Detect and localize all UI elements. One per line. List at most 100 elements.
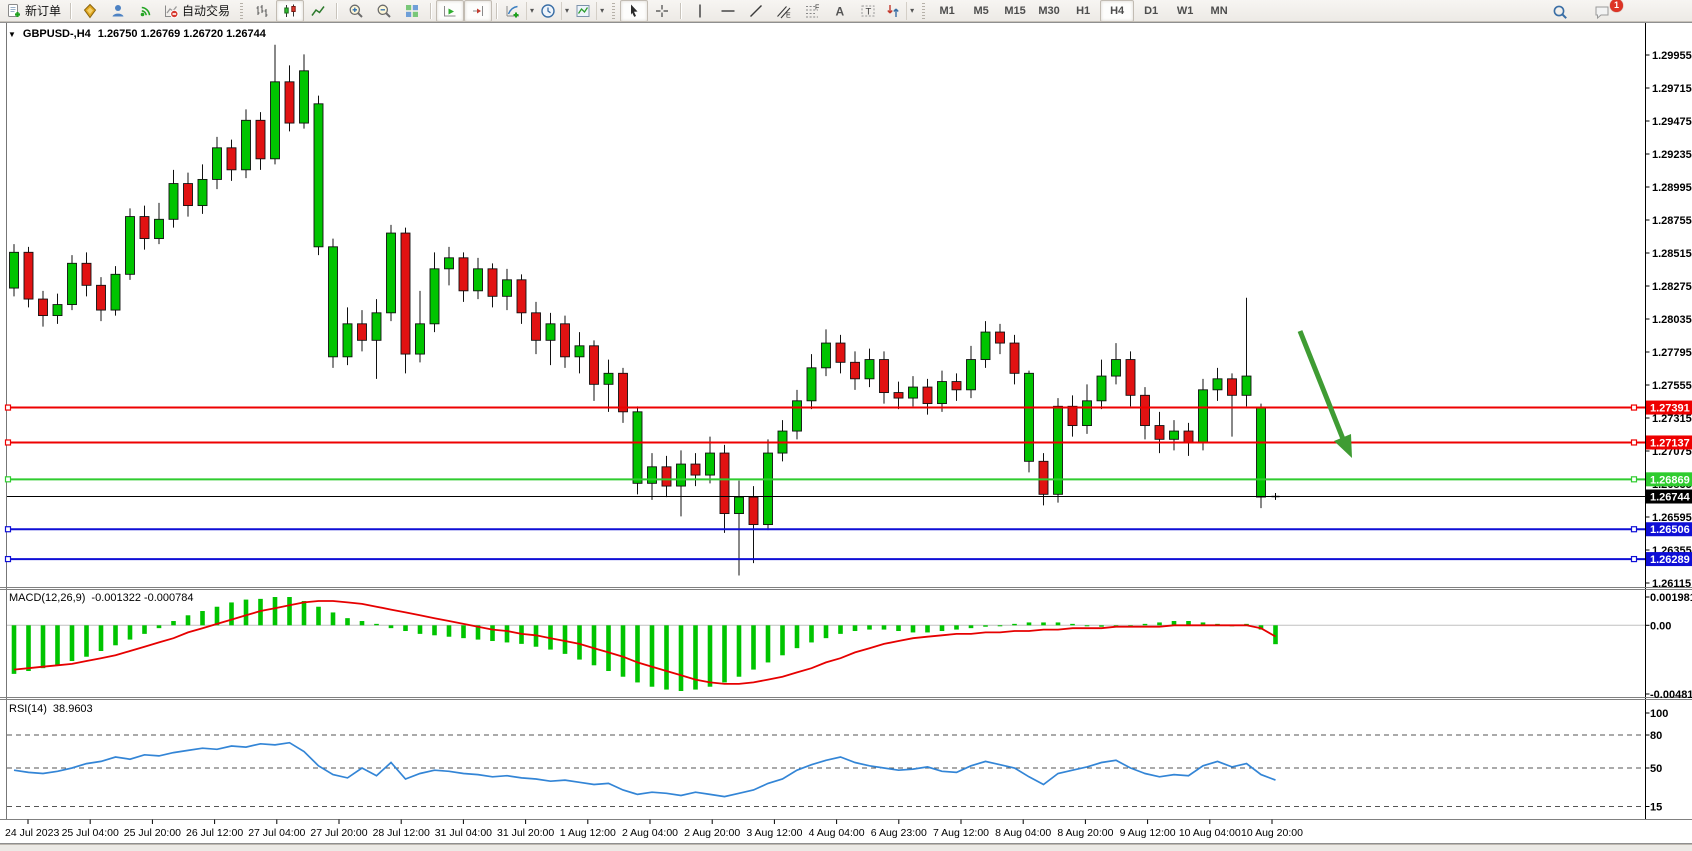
timeframe-H4[interactable]: H4: [1100, 0, 1134, 22]
price-tick-label: 1.29955: [1652, 50, 1692, 62]
auto-scroll-button[interactable]: [436, 0, 464, 22]
hline-handle[interactable]: [1632, 405, 1637, 410]
macd-bar: [809, 625, 814, 642]
timeframe-W1[interactable]: W1: [1168, 0, 1202, 22]
hline-handle[interactable]: [6, 405, 11, 410]
macd-bar: [490, 625, 495, 641]
tile-windows-button[interactable]: [398, 0, 426, 22]
candle-body: [213, 148, 222, 180]
timeframe-D1[interactable]: D1: [1134, 0, 1168, 22]
timeframe-M5[interactable]: M5: [964, 0, 998, 22]
macd-bar: [606, 625, 611, 671]
macd-bar: [186, 615, 191, 625]
candle-body: [1155, 426, 1164, 440]
macd-bar: [1099, 625, 1104, 626]
hline-handle[interactable]: [6, 440, 11, 445]
candle-body: [923, 387, 932, 404]
timeframe-M30[interactable]: M30: [1032, 0, 1066, 22]
candle-body: [329, 247, 338, 357]
candle-body: [967, 360, 976, 390]
draw-trendline-button[interactable]: [742, 0, 770, 22]
time-tick-label: 10 Aug 04:00: [1179, 827, 1241, 839]
zoom-in-button[interactable]: [342, 0, 370, 22]
chart-type-candles-button[interactable]: [276, 0, 304, 22]
zoom-out-button[interactable]: [370, 0, 398, 22]
draw-vline-button[interactable]: [686, 0, 714, 22]
price-tag-label: 1.26506: [1650, 524, 1690, 536]
macd-bar: [447, 625, 452, 636]
indicators-list-button[interactable]: ▾: [502, 0, 537, 22]
signals-icon: [138, 3, 154, 19]
draw-arrows-button[interactable]: ▾: [882, 0, 917, 22]
chart-shift-button[interactable]: [464, 0, 492, 22]
draw-channel-button[interactable]: E: [770, 0, 798, 22]
macd-bar: [432, 625, 437, 635]
chart-canvas[interactable]: 1.299551.297151.294751.292351.289951.287…: [0, 23, 1692, 843]
macd-bar: [84, 625, 89, 656]
candle-body: [140, 217, 149, 239]
draw-hline-button[interactable]: [714, 0, 742, 22]
candle-body: [474, 269, 483, 291]
hline-handle[interactable]: [1632, 557, 1637, 562]
macd-bar: [418, 625, 423, 634]
periods-button[interactable]: ▾: [537, 0, 572, 22]
chat-icon[interactable]: 1: [1588, 1, 1616, 23]
channel-icon: E: [776, 3, 792, 19]
macd-bar: [229, 602, 234, 625]
price-tick-label: 1.27555: [1652, 380, 1692, 392]
search-icon: [1552, 4, 1568, 20]
cursor-tool-button[interactable]: [620, 0, 648, 22]
styler-button[interactable]: [76, 0, 104, 22]
macd-bar: [374, 624, 379, 625]
hline-handle[interactable]: [6, 477, 11, 482]
hline-handle[interactable]: [1632, 477, 1637, 482]
hline-handle[interactable]: [6, 527, 11, 532]
price-tick-label: 1.28035: [1652, 314, 1692, 326]
candle-body: [561, 324, 570, 357]
macd-bar: [360, 621, 365, 625]
macd-bar: [1041, 622, 1046, 625]
price-tag-label: 1.26869: [1650, 474, 1690, 486]
community-button[interactable]: [104, 0, 132, 22]
hline-handle[interactable]: [6, 557, 11, 562]
candle-body: [314, 104, 323, 247]
chart-type-bars-button[interactable]: [248, 0, 276, 22]
signals-button[interactable]: [132, 0, 160, 22]
hline-handle[interactable]: [1632, 527, 1637, 532]
indicators-icon: [505, 3, 521, 19]
draw-text-label-button[interactable]: T: [854, 0, 882, 22]
macd-bar: [853, 625, 858, 631]
toolbar-separator: [70, 3, 72, 19]
draw-text-button[interactable]: A: [826, 0, 854, 22]
timeframe-M15[interactable]: M15: [998, 0, 1032, 22]
new-order-button[interactable]: 新订单: [3, 0, 66, 22]
timeframe-M1[interactable]: M1: [930, 0, 964, 22]
trend-arrow-annotation[interactable]: [1300, 331, 1345, 444]
draw-fibonacci-button[interactable]: F: [798, 0, 826, 22]
chart-type-line-button[interactable]: [304, 0, 332, 22]
chat-icon: [1594, 4, 1610, 20]
macd-bar: [505, 625, 510, 642]
crosshair-tool-button[interactable]: [648, 0, 676, 22]
autotrading-button[interactable]: 自动交易: [160, 0, 235, 22]
time-tick-label: 27 Jul 20:00: [310, 827, 367, 839]
candle-body: [1010, 343, 1019, 373]
price-tick-label: 1.27795: [1652, 347, 1692, 359]
macd-bar: [113, 625, 118, 645]
candle-body: [97, 285, 106, 310]
timeframe-MN[interactable]: MN: [1202, 0, 1236, 22]
search-icon[interactable]: [1546, 1, 1574, 23]
candle-body: [981, 332, 990, 360]
candle-body: [416, 324, 425, 354]
ohlc-open: 1.26750: [98, 28, 138, 40]
text-icon: A: [832, 3, 848, 19]
time-tick-label: 7 Aug 12:00: [933, 827, 989, 839]
templates-button[interactable]: ▾: [572, 0, 607, 22]
chart-window[interactable]: 1.299551.297151.294751.292351.289951.287…: [0, 23, 1692, 843]
timeframe-H1[interactable]: H1: [1066, 0, 1100, 22]
toolbar-grip: [240, 3, 243, 19]
candle-body: [938, 382, 947, 404]
collapse-icon[interactable]: ▼: [8, 30, 16, 39]
hline-handle[interactable]: [1632, 440, 1637, 445]
candle-body: [735, 497, 744, 514]
